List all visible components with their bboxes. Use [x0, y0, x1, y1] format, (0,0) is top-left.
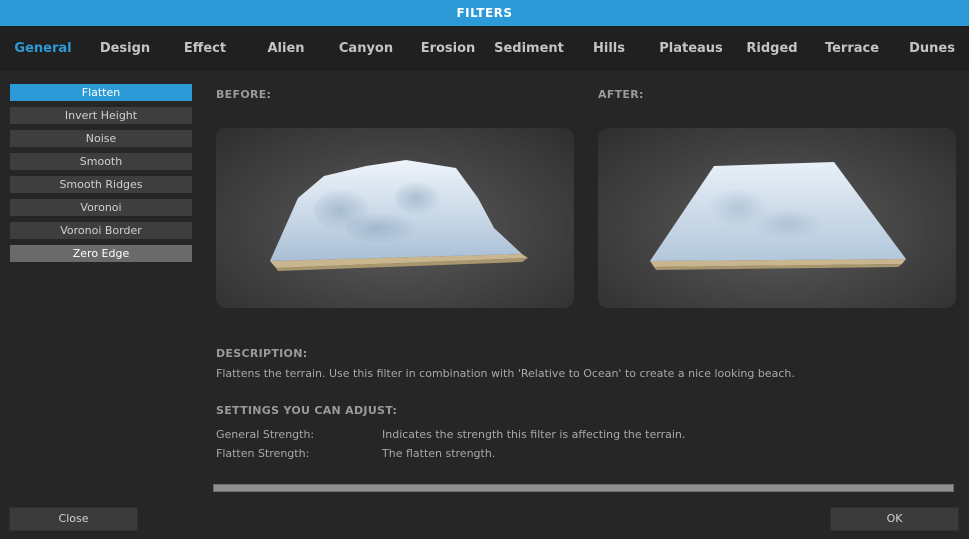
description-text: Flattens the terrain. Use this filter in… — [216, 367, 795, 380]
tab-terrace[interactable]: Terrace — [825, 26, 879, 71]
terrain-before-render — [270, 160, 528, 271]
tab-alien[interactable]: Alien — [267, 26, 304, 71]
setting-desc-flatten-strength: The flatten strength. — [382, 447, 496, 460]
tab-effect[interactable]: Effect — [184, 26, 226, 71]
filter-item-invert-height[interactable]: Invert Height — [10, 107, 192, 124]
tab-sediment[interactable]: Sediment — [494, 26, 564, 71]
tab-ridged[interactable]: Ridged — [746, 26, 797, 71]
tab-canyon[interactable]: Canyon — [339, 26, 393, 71]
tab-general[interactable]: General — [14, 26, 71, 71]
tab-plateaus[interactable]: Plateaus — [659, 26, 723, 71]
filter-item-smooth-ridges[interactable]: Smooth Ridges — [10, 176, 192, 193]
settings-heading: SETTINGS YOU CAN ADJUST: — [216, 404, 398, 417]
before-label: BEFORE: — [216, 88, 272, 101]
after-preview-image — [598, 128, 956, 308]
tab-erosion[interactable]: Erosion — [421, 26, 476, 71]
filter-item-zero-edge[interactable]: Zero Edge — [10, 245, 192, 262]
setting-name-flatten-strength: Flatten Strength: — [216, 447, 310, 460]
tab-hills[interactable]: Hills — [593, 26, 625, 71]
tab-dunes[interactable]: Dunes — [909, 26, 955, 71]
filter-list: Flatten Invert Height Noise Smooth Smoot… — [10, 84, 192, 268]
tab-design[interactable]: Design — [100, 26, 150, 71]
close-button[interactable]: Close — [9, 507, 138, 531]
horizontal-scrollbar[interactable] — [213, 484, 954, 492]
description-heading: DESCRIPTION: — [216, 347, 308, 360]
setting-desc-general-strength: Indicates the strength this filter is af… — [382, 428, 686, 441]
filter-item-smooth[interactable]: Smooth — [10, 153, 192, 170]
terrain-after-render — [650, 162, 906, 270]
after-label: AFTER: — [598, 88, 644, 101]
setting-name-general-strength: General Strength: — [216, 428, 315, 441]
ok-button[interactable]: OK — [830, 507, 959, 531]
before-preview-image — [216, 128, 574, 308]
window-title: FILTERS — [0, 0, 969, 26]
filter-category-tabs: General Design Effect Alien Canyon Erosi… — [0, 26, 969, 71]
filter-item-noise[interactable]: Noise — [10, 130, 192, 147]
filter-item-flatten[interactable]: Flatten — [10, 84, 192, 101]
filter-item-voronoi-border[interactable]: Voronoi Border — [10, 222, 192, 239]
filter-item-voronoi[interactable]: Voronoi — [10, 199, 192, 216]
